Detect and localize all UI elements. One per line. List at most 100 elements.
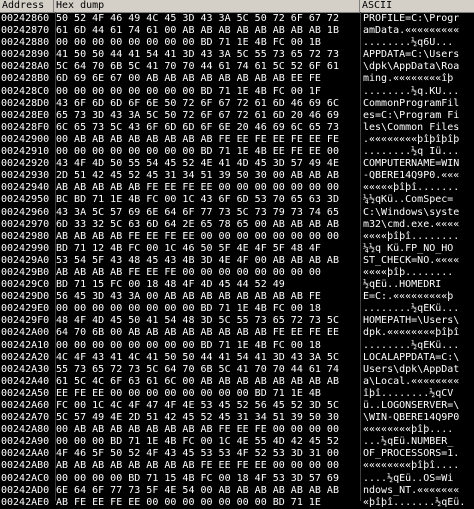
ascii-cell[interactable]: îþî........½qCV bbox=[363, 388, 473, 400]
dump-row[interactable]: 002428F0 6C 65 73 5C 43 6F 6D 6D 6F 6E 20… bbox=[0, 122, 474, 134]
address-cell[interactable]: 00242890 bbox=[1, 49, 53, 61]
ascii-cell[interactable]: dpk.««««««««þîþî bbox=[363, 327, 473, 339]
dump-row[interactable]: 002429E0 00 00 00 00 00 00 00 00 BD 71 1E… bbox=[0, 303, 474, 315]
ascii-cell[interactable]: PROFILE=C:\Progr bbox=[363, 13, 473, 25]
dump-row[interactable]: 002429F0 48 4F 4D 45 50 41 54 48 3D 5C 55… bbox=[0, 315, 474, 327]
dump-row[interactable]: 00242940 AB AB AB AB AB FE EE FE EE 00 00… bbox=[0, 182, 474, 194]
hex-bytes-cell[interactable]: AB AB AB AB AB FE EE FE EE 00 00 00 00 0… bbox=[56, 182, 358, 194]
dump-row[interactable]: 00242890 41 50 50 44 41 54 41 3D 43 3A 5C… bbox=[0, 49, 474, 61]
ascii-cell[interactable]: ST_CHECK=NO.«««« bbox=[363, 255, 473, 267]
dump-row[interactable]: 00242AE0 AB FE EE FE EE 00 00 00 00 00 00… bbox=[0, 497, 474, 509]
ascii-cell[interactable]: COMPUTERNAME=WIN bbox=[363, 158, 473, 170]
dump-row[interactable]: 00242990 BD 71 12 4B FC 00 1C 46 50 5F 4E… bbox=[0, 243, 474, 255]
address-cell[interactable]: 002429B0 bbox=[1, 267, 53, 279]
hex-bytes-cell[interactable]: 00 00 00 00 00 00 00 00 BD 71 1E 4B FC 0… bbox=[56, 86, 358, 98]
dump-row[interactable]: 002429C0 BD 71 15 FC 00 18 48 4F 4D 45 44… bbox=[0, 279, 474, 291]
dump-row[interactable]: 002428D0 43 6F 6D 6D 6F 6E 50 72 6F 67 72… bbox=[0, 98, 474, 110]
dump-row[interactable]: 00242A00 64 70 6B 00 AB AB AB AB AB AB AB… bbox=[0, 327, 474, 339]
hex-bytes-cell[interactable]: AB AB AB AB AB AB AB AB FE EE FE EE 00 0… bbox=[56, 460, 358, 472]
dump-row[interactable]: 00242870 61 6D 44 61 74 61 00 AB AB AB AB… bbox=[0, 25, 474, 37]
ascii-cell[interactable]: \WIN-QBERE14Q9P0 bbox=[363, 412, 473, 424]
ascii-cell[interactable]: OF_PROCESSORS=1. bbox=[363, 448, 473, 460]
address-cell[interactable]: 002429E0 bbox=[1, 303, 53, 315]
address-column-header[interactable]: Address bbox=[0, 0, 54, 12]
dump-row[interactable]: 00242A50 EE FE EE 00 00 00 00 00 00 00 00… bbox=[0, 388, 474, 400]
dump-row[interactable]: 00242A10 00 00 00 00 00 00 00 00 BD 71 1E… bbox=[0, 340, 474, 352]
dump-row[interactable]: 002428B0 6D 69 6E 67 00 AB AB AB AB AB AB… bbox=[0, 73, 474, 85]
address-cell[interactable]: 00242A50 bbox=[1, 388, 53, 400]
dump-row[interactable]: 00242A40 61 5C 4C 6F 63 61 6C 00 AB AB AB… bbox=[0, 376, 474, 388]
ascii-cell[interactable]: es=C:\Program Fi bbox=[363, 110, 473, 122]
dump-row[interactable]: 00242980 AB AB AB AB FE EE FE EE 00 00 00… bbox=[0, 231, 474, 243]
hex-bytes-cell[interactable]: 43 6F 6D 6D 6F 6E 50 72 6F 67 72 61 6D 4… bbox=[56, 98, 358, 110]
dump-row[interactable]: 002428E0 65 73 3D 43 3A 5C 50 72 6F 67 72… bbox=[0, 110, 474, 122]
dump-row[interactable]: 00242A20 4C 4F 43 41 4C 41 50 50 44 41 54… bbox=[0, 352, 474, 364]
ascii-cell[interactable]: ndows_NT.««««««« bbox=[363, 485, 473, 497]
hex-bytes-cell[interactable]: 64 70 6B 00 AB AB AB AB AB AB AB AB FE E… bbox=[56, 327, 358, 339]
dump-row[interactable]: 00242A70 5C 57 49 4E 2D 51 42 45 52 45 31… bbox=[0, 412, 474, 424]
address-cell[interactable]: 00242A60 bbox=[1, 400, 53, 412]
dump-row[interactable]: 002429A0 53 54 5F 43 48 45 43 4B 3D 4E 4F… bbox=[0, 255, 474, 267]
ascii-cell[interactable]: E=C:.«««««««««þ bbox=[363, 291, 473, 303]
hex-bytes-cell[interactable]: FC 00 1C 4C 4F 47 4F 4E 53 45 52 56 45 5… bbox=[56, 400, 358, 412]
ascii-column-header[interactable]: ASCII bbox=[360, 0, 474, 12]
address-cell[interactable]: 00242A00 bbox=[1, 327, 53, 339]
ascii-cell[interactable]: CommonProgramFil bbox=[363, 98, 473, 110]
address-cell[interactable]: 00242A80 bbox=[1, 424, 53, 436]
ascii-cell[interactable]: ming.««««««««îþ bbox=[363, 73, 473, 85]
dump-row[interactable]: 00242900 00 AB AB AB AB AB AB AB AB FE EE… bbox=[0, 134, 474, 146]
hex-bytes-cell[interactable]: BD 71 15 FC 00 18 48 4F 4D 45 44 52 49 bbox=[56, 279, 358, 291]
ascii-cell[interactable]: ««««þîþî........ bbox=[363, 231, 473, 243]
hex-bytes-cell[interactable]: 50 52 4F 46 49 4C 45 3D 43 3A 5C 50 72 6… bbox=[56, 13, 358, 25]
address-cell[interactable]: 00242AD0 bbox=[1, 485, 53, 497]
ascii-cell[interactable]: ........½qÉKü... bbox=[363, 303, 473, 315]
ascii-cell[interactable]: ««««þîþ........ bbox=[363, 267, 473, 279]
address-cell[interactable]: 00242910 bbox=[1, 146, 53, 158]
ascii-cell[interactable]: ........½qÉKü... bbox=[363, 340, 473, 352]
address-cell[interactable]: 00242860 bbox=[1, 13, 53, 25]
address-cell[interactable]: 00242A10 bbox=[1, 340, 53, 352]
address-cell[interactable]: 002428D0 bbox=[1, 98, 53, 110]
hex-bytes-cell[interactable]: AB FE EE FE EE 00 00 00 00 00 00 00 BD 7… bbox=[56, 497, 358, 509]
hex-bytes-cell[interactable]: 53 54 5F 43 48 45 43 4B 3D 4E 4F 00 AB A… bbox=[56, 255, 358, 267]
hex-bytes-cell[interactable]: 00 00 00 00 00 00 00 00 BD 71 1E 4B FC 0… bbox=[56, 37, 358, 49]
dump-row[interactable]: 00242880 00 00 00 00 00 00 00 00 BD 71 1E… bbox=[0, 37, 474, 49]
dump-row[interactable]: 00242930 2D 51 42 45 52 45 31 34 51 39 50… bbox=[0, 170, 474, 182]
dump-row[interactable]: 00242970 6D 33 32 5C 63 6D 64 2E 65 78 65… bbox=[0, 219, 474, 231]
ascii-cell[interactable]: \dpk\AppData\Roa bbox=[363, 61, 473, 73]
dump-row[interactable]: 00242A60 FC 00 1C 4C 4F 47 4F 4E 53 45 52… bbox=[0, 400, 474, 412]
ascii-cell[interactable]: C:\Windows\syste bbox=[363, 207, 473, 219]
address-cell[interactable]: 00242AA0 bbox=[1, 448, 53, 460]
hex-bytes-cell[interactable]: 6D 69 6E 67 00 AB AB AB AB AB AB AB AB E… bbox=[56, 73, 358, 85]
ascii-cell[interactable]: Users\dpk\AppDat bbox=[363, 364, 473, 376]
ascii-cell[interactable]: LOCALAPPDATA=C:\ bbox=[363, 352, 473, 364]
ascii-cell[interactable]: amData.««««««««« bbox=[363, 25, 473, 37]
address-cell[interactable]: 00242AB0 bbox=[1, 460, 53, 472]
hex-bytes-cell[interactable]: 56 45 3D 43 3A 00 AB AB AB AB AB AB AB A… bbox=[56, 291, 358, 303]
hex-bytes-cell[interactable]: 5C 64 70 6B 5C 41 70 70 44 61 74 61 5C 5… bbox=[56, 61, 358, 73]
hex-bytes-cell[interactable]: AB AB AB AB FE EE FE 00 00 00 00 00 00 0… bbox=[56, 267, 358, 279]
address-cell[interactable]: 002428B0 bbox=[1, 73, 53, 85]
hex-bytes-cell[interactable]: 43 4F 4D 50 55 54 45 52 4E 41 4D 45 3D 5… bbox=[56, 158, 358, 170]
hex-bytes-cell[interactable]: BD 71 12 4B FC 00 1C 46 50 5F 4E 4F 5F 4… bbox=[56, 243, 358, 255]
address-cell[interactable]: 00242A70 bbox=[1, 412, 53, 424]
ascii-cell[interactable]: ½qÉü..HOMEDRI bbox=[363, 279, 473, 291]
address-cell[interactable]: 00242AC0 bbox=[1, 473, 53, 485]
hex-bytes-cell[interactable]: 00 AB AB AB AB AB AB AB AB FE EE FE EE F… bbox=[56, 134, 358, 146]
dump-row[interactable]: 002428A0 5C 64 70 6B 5C 41 70 70 44 61 74… bbox=[0, 61, 474, 73]
hex-dump-column-header[interactable]: Hex dump bbox=[54, 0, 360, 12]
address-cell[interactable]: 002429F0 bbox=[1, 315, 53, 327]
hex-bytes-cell[interactable]: 00 AB AB AB AB AB AB AB AB FE EE FE 00 0… bbox=[56, 424, 358, 436]
address-cell[interactable]: 00242900 bbox=[1, 134, 53, 146]
hex-bytes-cell[interactable]: 00 00 00 00 00 00 00 00 BD 71 1E 4B FC 0… bbox=[56, 303, 358, 315]
dump-row[interactable]: 00242860 50 52 4F 46 49 4C 45 3D 43 3A 5C… bbox=[0, 13, 474, 25]
hex-bytes-cell[interactable]: EE FE EE 00 00 00 00 00 00 00 00 BD 71 1… bbox=[56, 388, 358, 400]
hex-bytes-cell[interactable]: 41 50 50 44 41 54 41 3D 43 3A 5C 55 73 6… bbox=[56, 49, 358, 61]
dump-row[interactable]: 00242AD0 6E 64 6F 77 73 5F 4E 54 00 AB AB… bbox=[0, 485, 474, 497]
ascii-cell[interactable]: ........½q6Ü... bbox=[363, 37, 473, 49]
hex-bytes-cell[interactable]: 2D 51 42 45 52 45 31 34 51 39 50 30 00 A… bbox=[56, 170, 358, 182]
address-cell[interactable]: 00242A20 bbox=[1, 352, 53, 364]
ascii-cell[interactable]: -QBERE14Q9P0.««« bbox=[363, 170, 473, 182]
hex-bytes-cell[interactable]: 48 4F 4D 45 50 41 54 48 3D 5C 55 73 65 7… bbox=[56, 315, 358, 327]
ascii-cell[interactable]: ««««««««þîþ.... bbox=[363, 424, 473, 436]
